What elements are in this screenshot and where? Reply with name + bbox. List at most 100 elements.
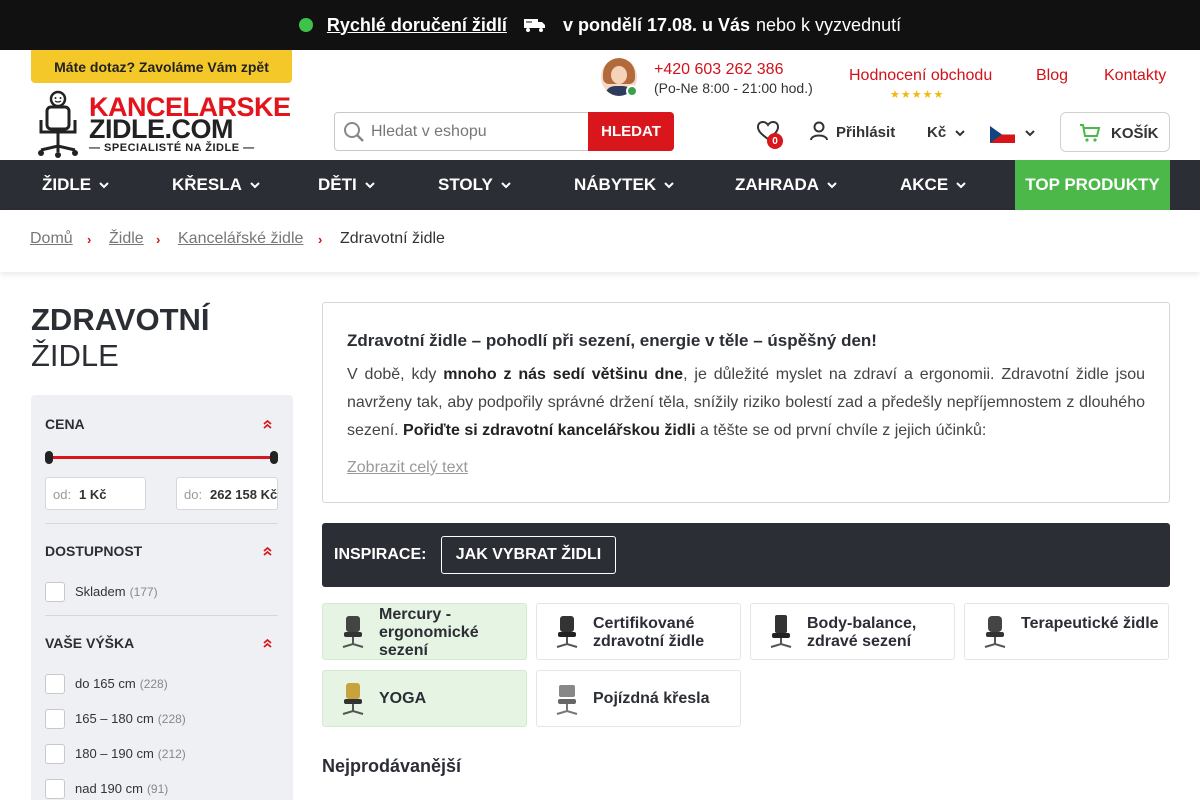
inspiration-bar: INSPIRACE: JAK VYBRAT ŽIDLI xyxy=(322,523,1170,587)
online-status-icon xyxy=(626,85,638,97)
wishlist-count-badge: 0 xyxy=(767,133,783,149)
category-tile-body-balance[interactable]: Body-balance, zdravé sezení xyxy=(750,603,955,660)
office-chair-icon xyxy=(556,616,578,648)
search-button[interactable]: HLEDAT xyxy=(588,112,674,151)
phone-link[interactable]: +420 603 262 386 xyxy=(654,61,783,79)
filter-sidebar: CENA od: 1 Kč do: 262 158 Kč DOSTUPNOST … xyxy=(31,395,293,800)
breadcrumb-home[interactable]: Domů xyxy=(30,230,73,248)
office-chair-icon xyxy=(342,616,364,648)
bestsellers-title: Nejprodávanější xyxy=(322,756,462,776)
nav-item-top-products[interactable]: TOP PRODUKTY xyxy=(1015,160,1170,210)
height-option-label[interactable]: do 165 cm (228) xyxy=(75,676,168,691)
main-navigation: ŽIDLE KŘESLA DĚTI STOLY NÁBYTEK ZAHRADA … xyxy=(0,160,1200,210)
callback-button[interactable]: Máte dotaz? Zavoláme Vám zpět xyxy=(31,50,292,83)
category-description: Zdravotní židle – pohodlí při sezení, en… xyxy=(322,302,1170,503)
price-from-input[interactable]: od: 1 Kč xyxy=(45,477,146,510)
nav-item-zidle[interactable]: ŽIDLE xyxy=(42,160,109,210)
logo-tagline: — SPECIALISTÉ NA ŽIDLE — xyxy=(89,142,255,154)
user-icon[interactable] xyxy=(810,121,828,141)
category-label: Body-balance, zdravé sezení xyxy=(807,615,917,650)
nav-item-nabytek[interactable]: NÁBYTEK xyxy=(574,160,674,210)
logo-chair-icon xyxy=(38,90,78,158)
category-tile-mercury[interactable]: Mercury - ergonomické sezení xyxy=(322,603,527,660)
nav-item-akce[interactable]: AKCE xyxy=(900,160,966,210)
height-option-label[interactable]: 165 – 180 cm (228) xyxy=(75,711,186,726)
filter-availability-title[interactable]: DOSTUPNOST xyxy=(45,543,142,559)
search-icon xyxy=(344,122,364,142)
czech-flag-icon[interactable] xyxy=(990,126,1015,143)
cart-button[interactable]: KOŠÍK xyxy=(1060,112,1170,152)
breadcrumb-current: Zdravotní židle xyxy=(340,230,445,247)
category-label: Pojízdná křesla xyxy=(593,690,710,707)
nav-item-deti[interactable]: DĚTI xyxy=(318,160,375,210)
category-label: YOGA xyxy=(379,690,427,707)
price-range-track xyxy=(49,456,274,459)
category-tile-therapeutic[interactable]: Terapeutické židle xyxy=(964,603,1169,660)
breadcrumb-separator: › xyxy=(156,232,161,247)
logo-text-bottom: ZIDLE.COM xyxy=(89,114,234,144)
breadcrumb-separator: › xyxy=(318,232,323,247)
breadcrumb-zidle[interactable]: Židle xyxy=(109,230,144,248)
category-tile-certified[interactable]: Certifikované zdravotní židle xyxy=(536,603,741,660)
chevron-down-icon xyxy=(501,181,511,188)
checkbox-in-stock[interactable] xyxy=(45,582,65,602)
collapse-up-icon[interactable] xyxy=(263,546,272,556)
filter-height-title[interactable]: VAŠE VÝŠKA xyxy=(45,635,134,651)
show-full-text-link[interactable]: Zobrazit celý text xyxy=(347,459,468,477)
breadcrumb-separator: › xyxy=(87,232,92,247)
category-label: Mercury - ergonomické sezení xyxy=(379,606,479,659)
height-option-label[interactable]: 180 – 190 cm (212) xyxy=(75,746,186,761)
breadcrumb-office-chairs[interactable]: Kancelářské židle xyxy=(178,230,303,248)
category-label: Certifikované zdravotní židle xyxy=(593,615,705,650)
nav-item-stoly[interactable]: STOLY xyxy=(438,160,511,210)
delivery-note: nebo k vyzvednutí xyxy=(756,14,902,35)
how-to-choose-button[interactable]: JAK VYBRAT ŽIDLI xyxy=(441,536,616,574)
nav-item-zahrada[interactable]: ZAHRADA xyxy=(735,160,837,210)
chevron-down-icon xyxy=(365,181,375,188)
office-chair-icon xyxy=(342,683,364,715)
opening-hours: (Po-Ne 8:00 - 21:00 hod.) xyxy=(654,80,813,96)
status-dot-icon xyxy=(298,18,313,32)
description-text: V době, kdy mnoho z nás sedí většinu dne… xyxy=(347,366,1145,439)
chevron-down-icon xyxy=(1025,130,1035,137)
chevron-down-icon xyxy=(827,181,837,188)
chevron-down-icon xyxy=(956,181,966,188)
chevron-down-icon xyxy=(955,130,965,137)
contacts-link[interactable]: Kontakty xyxy=(1104,67,1166,85)
category-tile-rolling[interactable]: Pojízdná křesla xyxy=(536,670,741,727)
rolling-chair-icon xyxy=(556,685,578,715)
search-bar: HLEDAT xyxy=(334,112,674,151)
cart-icon xyxy=(1080,124,1101,142)
office-chair-icon xyxy=(770,615,792,648)
price-range-min-handle[interactable] xyxy=(45,451,53,464)
filter-price-title[interactable]: CENA xyxy=(45,416,85,432)
checkbox-height-180-190[interactable] xyxy=(45,744,65,764)
category-label: Terapeutické židle xyxy=(1021,615,1159,632)
collapse-up-icon[interactable] xyxy=(263,419,272,429)
checkbox-height-165[interactable] xyxy=(45,674,65,694)
nav-item-kresla[interactable]: KŘESLA xyxy=(172,160,260,210)
site-logo[interactable]: KANCELARSKE ZIDLE.COM — SPECIALISTÉ NA Ž… xyxy=(31,90,291,158)
fast-delivery-link[interactable]: Rychlé doručení židlí xyxy=(327,15,507,36)
inspiration-label: INSPIRACE: xyxy=(334,546,427,563)
blog-link[interactable]: Blog xyxy=(1036,67,1068,85)
collapse-up-icon[interactable] xyxy=(263,638,272,648)
checkbox-height-165-180[interactable] xyxy=(45,709,65,729)
price-range-max-handle[interactable] xyxy=(270,451,278,464)
search-input[interactable] xyxy=(371,114,585,149)
chevron-down-icon xyxy=(664,181,674,188)
office-chair-icon xyxy=(984,616,1006,648)
reviews-link[interactable]: Hodnocení obchodu xyxy=(849,67,992,85)
currency-selector[interactable]: Kč xyxy=(927,124,946,141)
chevron-down-icon xyxy=(99,181,109,188)
checkbox-height-190[interactable] xyxy=(45,779,65,799)
category-tile-yoga[interactable]: YOGA xyxy=(322,670,527,727)
cart-label: KOŠÍK xyxy=(1111,125,1159,142)
price-to-input[interactable]: do: 262 158 Kč xyxy=(176,477,278,510)
chevron-down-icon xyxy=(250,181,260,188)
height-option-label[interactable]: nad 190 cm (91) xyxy=(75,781,168,796)
login-link[interactable]: Přihlásit xyxy=(836,124,895,141)
filter-divider xyxy=(45,523,278,524)
in-stock-label[interactable]: Skladem (177) xyxy=(75,584,158,599)
filter-divider xyxy=(45,615,278,616)
